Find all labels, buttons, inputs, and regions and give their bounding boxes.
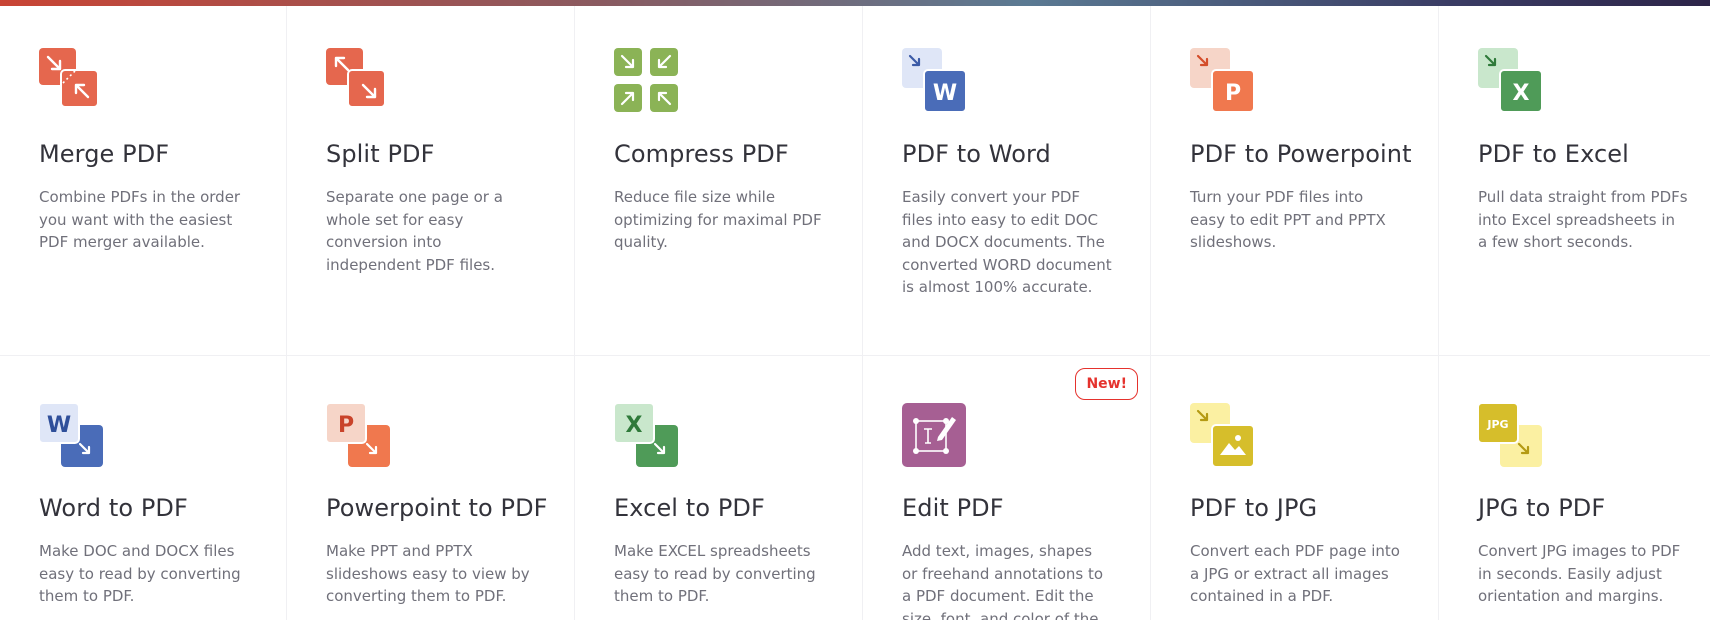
new-badge: New! xyxy=(1075,368,1138,400)
tool-title: Excel to PDF xyxy=(614,494,765,522)
powerpoint-letter: P xyxy=(338,413,354,438)
tool-description: Make EXCEL spreadsheets easy to read by … xyxy=(614,542,816,605)
pdf-to-powerpoint-icon: P xyxy=(1190,48,1254,112)
tool-description: Combine PDFs in the order you want with … xyxy=(39,188,241,251)
excel-letter: X xyxy=(1513,81,1530,106)
tool-card-pdf-to-excel[interactable]: X PDF to Excel Pull data straight from P… xyxy=(1439,6,1710,356)
tool-title: JPG to PDF xyxy=(1478,494,1606,522)
jpg-label: JPG xyxy=(1486,418,1508,431)
tool-title: Merge PDF xyxy=(39,140,170,168)
tool-title: Compress PDF xyxy=(614,140,789,168)
excel-to-pdf-icon: X xyxy=(614,403,678,467)
excel-letter: X xyxy=(626,413,643,438)
tool-description: Add text, images, shapes or freehand ann… xyxy=(902,542,1104,620)
split-pdf-icon xyxy=(326,48,390,112)
tool-description: Make PPT and PPTX slideshows easy to vie… xyxy=(326,542,530,605)
tool-card-jpg-to-pdf[interactable]: JPG JPG to PDF Convert JPG images to PDF… xyxy=(1439,356,1710,620)
tool-title: PDF to JPG xyxy=(1190,494,1318,522)
pdf-to-jpg-icon xyxy=(1190,403,1254,467)
tool-title: PDF to Word xyxy=(902,140,1051,168)
tool-description: Convert JPG images to PDF in seconds. Ea… xyxy=(1478,542,1681,605)
word-letter: W xyxy=(933,81,957,106)
tool-card-pdf-to-word[interactable]: W PDF to Word Easily convert your PDF fi… xyxy=(863,6,1151,356)
tool-title: PDF to Excel xyxy=(1478,140,1629,168)
tool-card-pdf-to-powerpoint[interactable]: P PDF to Powerpoint Turn your PDF files … xyxy=(1151,6,1439,356)
tool-card-powerpoint-to-pdf[interactable]: P Powerpoint to PDF Make PPT and PPTX sl… xyxy=(287,356,575,620)
tool-card-word-to-pdf[interactable]: W Word to PDF Make DOC and DOCX files ea… xyxy=(0,356,287,620)
tool-description: Separate one page or a whole set for eas… xyxy=(326,188,503,274)
tools-grid: Merge PDF Combine PDFs in the order you … xyxy=(0,6,1710,620)
tool-description: Turn your PDF files into easy to edit PP… xyxy=(1190,188,1386,251)
tool-description: Reduce file size while optimizing for ma… xyxy=(614,188,822,251)
tool-card-excel-to-pdf[interactable]: X Excel to PDF Make EXCEL spreadsheets e… xyxy=(575,356,863,620)
tool-card-edit-pdf[interactable]: New! Edit PDF Add text, images, shapes o… xyxy=(863,356,1151,620)
tool-card-compress-pdf[interactable]: Compress PDF Reduce file size while opti… xyxy=(575,6,863,356)
word-to-pdf-icon: W xyxy=(39,403,103,467)
tool-title: Edit PDF xyxy=(902,494,1004,522)
jpg-to-pdf-icon: JPG xyxy=(1478,403,1542,467)
pdf-to-word-icon: W xyxy=(902,48,966,112)
tool-card-pdf-to-jpg[interactable]: PDF to JPG Convert each PDF page into a … xyxy=(1151,356,1439,620)
tool-description: Convert each PDF page into a JPG or extr… xyxy=(1190,542,1400,605)
merge-pdf-icon xyxy=(39,48,103,112)
compress-pdf-icon xyxy=(614,48,678,112)
powerpoint-letter: P xyxy=(1225,81,1241,106)
pdf-to-excel-icon: X xyxy=(1478,48,1542,112)
tool-title: Powerpoint to PDF xyxy=(326,494,548,522)
tool-description: Easily convert your PDF files into easy … xyxy=(902,188,1112,296)
tool-description: Pull data straight from PDFs into Excel … xyxy=(1478,188,1688,251)
tool-card-merge-pdf[interactable]: Merge PDF Combine PDFs in the order you … xyxy=(0,6,287,356)
edit-pdf-icon xyxy=(902,403,966,467)
word-letter: W xyxy=(47,413,71,438)
tool-title: PDF to Powerpoint xyxy=(1190,140,1412,168)
tool-description: Make DOC and DOCX files easy to read by … xyxy=(39,542,241,605)
tool-title: Word to PDF xyxy=(39,494,188,522)
tool-title: Split PDF xyxy=(326,140,435,168)
tool-card-split-pdf[interactable]: Split PDF Separate one page or a whole s… xyxy=(287,6,575,356)
powerpoint-to-pdf-icon: P xyxy=(326,403,390,467)
